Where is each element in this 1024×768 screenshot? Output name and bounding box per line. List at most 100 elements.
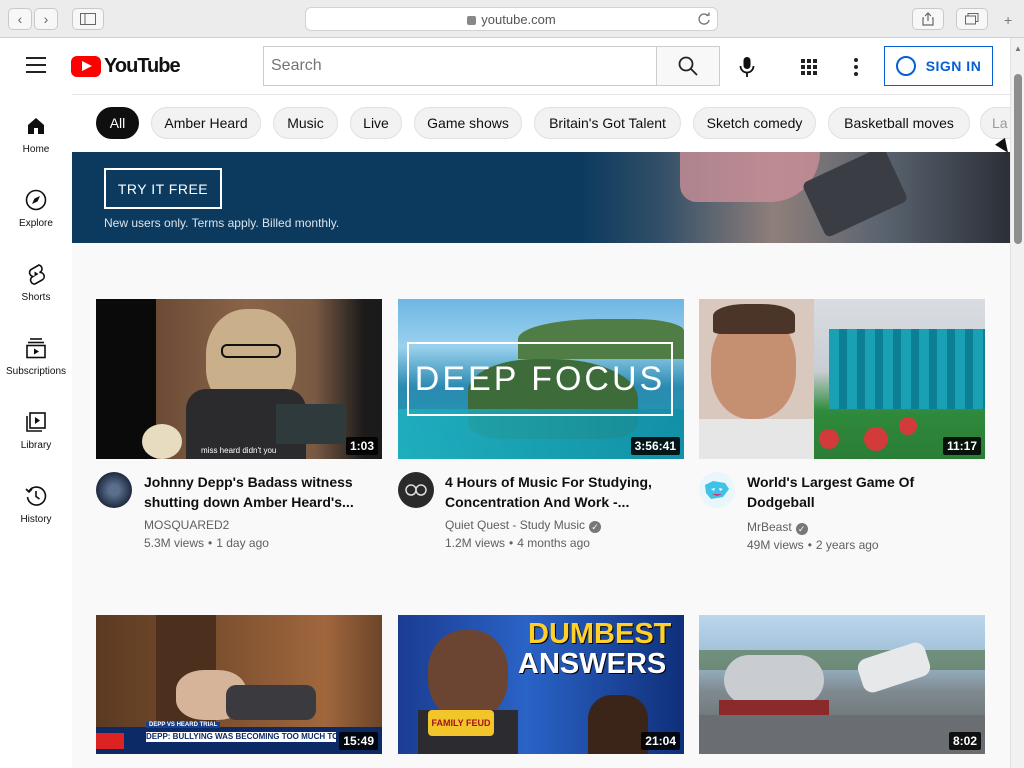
banner-photo: [580, 152, 1010, 243]
sidebar-icon: [80, 13, 96, 25]
video-title-line: World's Largest Game Of: [747, 474, 915, 490]
tabs-icon: [965, 13, 979, 25]
forward-button[interactable]: ›: [34, 8, 58, 30]
video-title-line: 4 Hours of Music For Studying,: [445, 474, 652, 490]
channel-avatar[interactable]: [96, 472, 132, 508]
microphone-icon: [739, 57, 755, 77]
sidebar-label-home: Home: [22, 144, 50, 155]
news-ticker-text: DEPP: BULLYING WAS BECOMING TOO MUCH TO …: [146, 732, 336, 742]
video-title-line: Dodgeball: [747, 494, 815, 510]
thumbnail-headline: ANSWERS: [518, 648, 667, 680]
chevron-left-icon: ‹: [17, 11, 23, 27]
search-input[interactable]: [271, 57, 657, 75]
video-thumbnail[interactable]: DEPP VS HEARD TRIAL DEPP: BULLYING WAS B…: [96, 615, 382, 754]
sidebar-item-history[interactable]: History: [0, 474, 72, 534]
video-meta: Quiet Quest - Study Music ✓ 1.2M views • 4 …: [445, 516, 602, 552]
sidebar-toggle-button[interactable]: [72, 8, 104, 30]
video-meta: MOSQUARED2 5.3M views • 1 day ago: [144, 516, 269, 550]
video-thumbnail[interactable]: 8:02: [699, 615, 985, 754]
chip-music[interactable]: Music: [273, 107, 338, 139]
reload-icon[interactable]: [697, 12, 711, 26]
chip-basketball-moves[interactable]: Basketball moves: [828, 107, 970, 139]
chip-sketch-comedy[interactable]: Sketch comedy: [693, 107, 816, 139]
filter-chips-bar: All Amber Heard Music Live Game shows Br…: [72, 94, 1010, 152]
voice-search-button[interactable]: [735, 55, 759, 79]
banner-terms-text: New users only. Terms apply. Billed mont…: [104, 216, 340, 230]
view-count: 1.2M views: [445, 536, 506, 550]
duration-badge: 15:49: [339, 732, 378, 750]
sidebar-item-subscriptions[interactable]: Subscriptions: [0, 326, 72, 386]
menu-icon[interactable]: [26, 57, 46, 73]
share-button[interactable]: [912, 8, 944, 30]
video-title[interactable]: 4 Hours of Music For Studying, Concentra…: [445, 472, 675, 512]
chip-britains-got-talent[interactable]: Britain's Got Talent: [534, 107, 681, 139]
view-count: 5.3M views: [144, 536, 205, 550]
apps-button[interactable]: [797, 55, 821, 79]
quiet-quest-logo-icon: [405, 484, 427, 496]
sidebar-item-shorts[interactable]: Shorts: [0, 252, 72, 312]
play-logo-icon: [71, 55, 101, 77]
channel-name[interactable]: Quiet Quest - Study Music: [445, 518, 585, 532]
youtube-logo[interactable]: YouTube: [71, 54, 181, 78]
apps-grid-icon: [801, 59, 817, 75]
chip-game-shows[interactable]: Game shows: [414, 107, 522, 139]
url-text: youtube.com: [481, 11, 556, 27]
try-it-free-button[interactable]: TRY IT FREE: [104, 168, 222, 209]
shorts-icon: [28, 264, 45, 285]
search-box[interactable]: [263, 46, 657, 86]
view-count: 49M views: [747, 538, 804, 552]
masthead: YouTube SIGN IN: [0, 38, 1010, 94]
scroll-up-arrow-icon[interactable]: ▲: [1014, 44, 1022, 53]
news-ticker-label: DEPP VS HEARD TRIAL: [146, 722, 221, 728]
tabs-button[interactable]: [956, 8, 988, 30]
video-caption-text: miss heard didn't you: [201, 446, 277, 455]
new-tab-icon[interactable]: +: [1004, 12, 1012, 28]
chip-amber-heard[interactable]: Amber Heard: [151, 107, 261, 139]
search-icon: [678, 56, 698, 76]
upload-age: 1 day ago: [216, 536, 269, 550]
sign-in-label: SIGN IN: [925, 58, 982, 74]
logo-text: YouTube: [104, 54, 181, 77]
video-title-line: shutting down Amber Heard's...: [144, 494, 354, 510]
sidebar-item-explore[interactable]: Explore: [0, 178, 72, 238]
share-icon: [922, 12, 934, 26]
sidebar-item-library[interactable]: Library: [0, 400, 72, 460]
channel-avatar[interactable]: [398, 472, 434, 508]
scrollbar-thumb[interactable]: [1014, 74, 1022, 244]
chip-all[interactable]: All: [96, 107, 139, 139]
video-thumbnail[interactable]: 11:17: [699, 299, 985, 459]
video-title-line: Johnny Depp's Badass witness: [144, 474, 353, 490]
chip-live[interactable]: Live: [350, 107, 402, 139]
channel-name[interactable]: MrBeast: [747, 520, 792, 534]
video-title[interactable]: World's Largest Game Of Dodgeball: [747, 472, 977, 512]
settings-more-button[interactable]: [844, 55, 868, 79]
history-icon: [25, 486, 47, 506]
home-icon: [28, 118, 44, 134]
video-thumbnail[interactable]: DUMBEST ANSWERS FAMILY FEUD 21:04: [398, 615, 684, 754]
lock-icon: [467, 15, 477, 25]
channel-name[interactable]: MOSQUARED2: [144, 516, 269, 534]
thumbnail-headline: DUMBEST: [528, 618, 672, 650]
sidebar-label-history: History: [20, 514, 52, 525]
chevron-right-icon: ›: [43, 11, 49, 27]
sidebar-item-home[interactable]: Home: [0, 104, 72, 164]
duration-badge: 8:02: [948, 732, 981, 750]
upload-age: 2 years ago: [815, 538, 879, 552]
verified-check-icon: ✓: [795, 523, 808, 535]
deep-focus-overlay: DEEP FOCUS: [407, 342, 673, 416]
back-button[interactable]: ‹: [8, 8, 32, 30]
video-thumbnail[interactable]: DEEP FOCUS 3:56:41: [398, 299, 684, 459]
address-bar[interactable]: youtube.com: [305, 7, 718, 31]
channel-avatar[interactable]: [699, 472, 735, 508]
chip-partial[interactable]: La: [980, 107, 1010, 139]
sidebar-label-subscriptions: Subscriptions: [5, 366, 67, 377]
sign-in-button[interactable]: SIGN IN: [884, 46, 993, 86]
more-vertical-icon: [854, 58, 858, 76]
video-thumbnail[interactable]: miss heard didn't you 1:03: [96, 299, 382, 459]
guide-sidebar: Home Explore Shorts Subscriptions Librar…: [0, 94, 72, 768]
video-title[interactable]: Johnny Depp's Badass witness shutting do…: [144, 472, 374, 512]
browser-toolbar: ‹ › youtube.com +: [0, 0, 1024, 38]
search-button[interactable]: [656, 46, 720, 86]
sidebar-label-explore: Explore: [19, 218, 53, 229]
library-icon: [26, 412, 46, 432]
